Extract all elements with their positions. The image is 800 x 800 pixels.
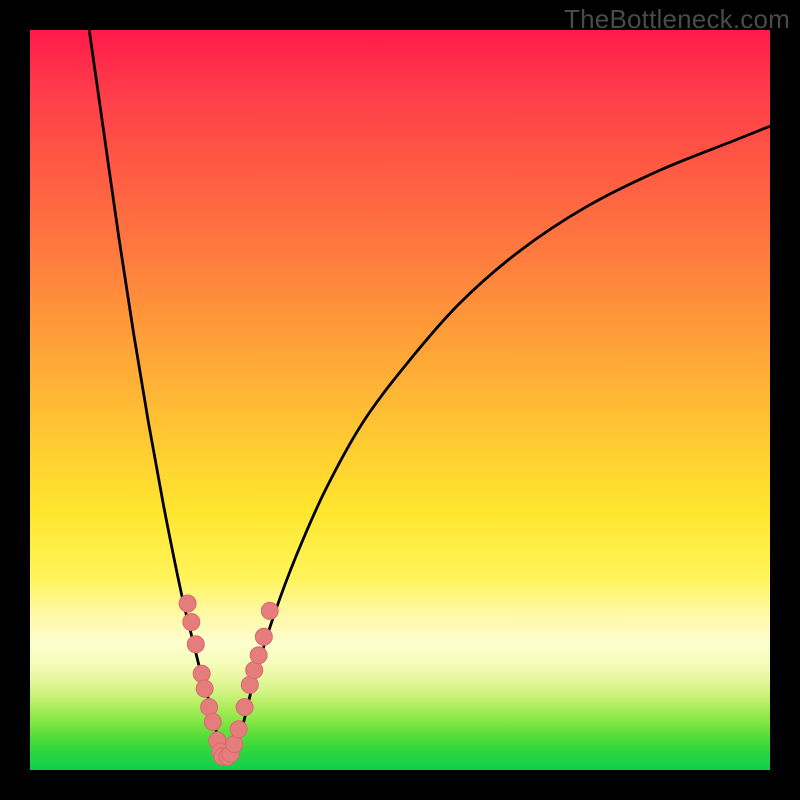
data-point-markers (179, 595, 278, 765)
data-point (201, 699, 218, 716)
data-point (250, 647, 267, 664)
plot-area (30, 30, 770, 770)
chart-svg (30, 30, 770, 770)
data-point (179, 595, 196, 612)
chart-frame: TheBottleneck.com (0, 0, 800, 800)
data-point (187, 636, 204, 653)
data-point (196, 680, 213, 697)
data-point (193, 665, 210, 682)
data-point (230, 721, 247, 738)
data-point (255, 628, 272, 645)
data-point (204, 713, 221, 730)
data-point (183, 614, 200, 631)
data-point (236, 699, 253, 716)
data-point (261, 602, 278, 619)
watermark-text: TheBottleneck.com (564, 4, 790, 35)
curve-right-branch (235, 126, 770, 755)
